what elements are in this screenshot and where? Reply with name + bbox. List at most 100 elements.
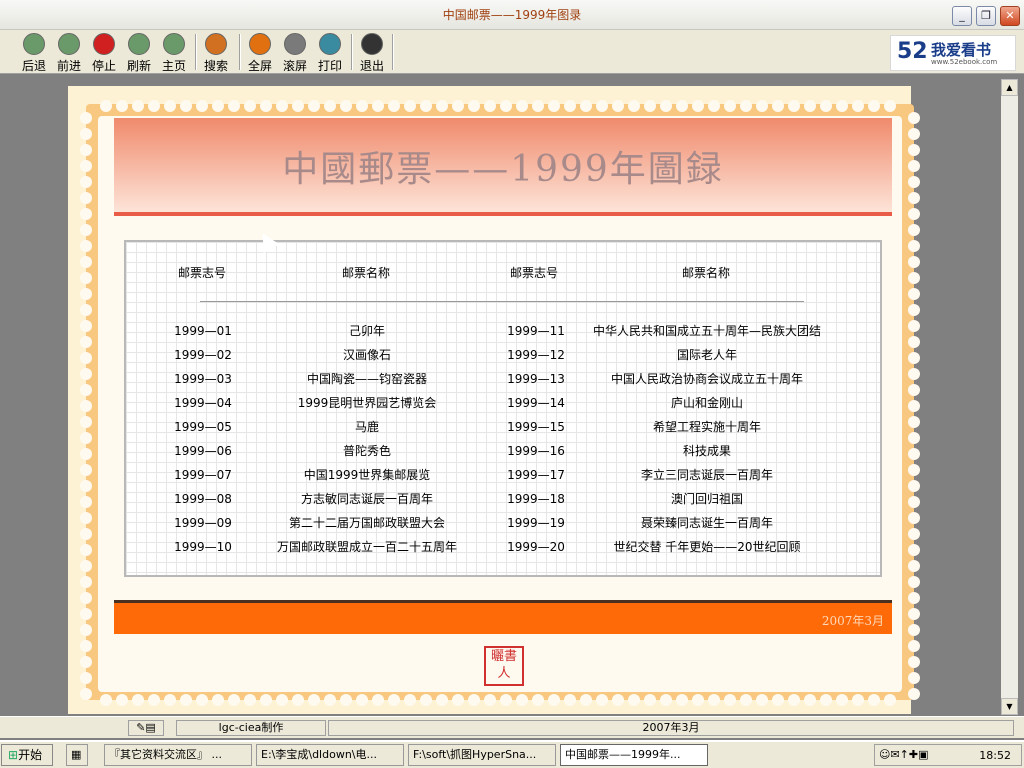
perforation xyxy=(80,224,92,236)
perforation xyxy=(908,208,920,220)
perforation xyxy=(596,100,608,112)
perforation xyxy=(820,694,832,706)
stamp-id: 1999—01 xyxy=(174,324,232,338)
perforation xyxy=(516,100,528,112)
toolbar-button-1[interactable]: 前进 xyxy=(55,33,83,73)
perforation xyxy=(884,100,896,112)
perforation xyxy=(908,176,920,188)
perforation xyxy=(80,608,92,620)
logo-number: 52 xyxy=(897,39,928,64)
perforation xyxy=(80,176,92,188)
toolbar-button-label: 退出 xyxy=(359,59,384,73)
vertical-scrollbar[interactable]: ▲ ▼ xyxy=(1001,79,1018,715)
perforation xyxy=(676,694,688,706)
stamp-name: 1999昆明世界园艺博览会 xyxy=(297,396,437,410)
perforation xyxy=(908,560,920,572)
toolbar-button-0[interactable]: 后退 xyxy=(20,33,48,73)
task-item-2[interactable]: E:\李宝成\dldown\电... xyxy=(256,744,404,766)
stamp-name: 李立三同志诞辰一百周年 xyxy=(640,468,773,482)
close-button[interactable]: ✕ xyxy=(1000,6,1020,26)
task-item-4[interactable]: 中国邮票——1999年... xyxy=(560,744,708,766)
perforation xyxy=(308,694,320,706)
perforation xyxy=(80,432,92,444)
header-name-right: 邮票名称 xyxy=(682,266,731,280)
perforation xyxy=(324,100,336,112)
perforation xyxy=(80,544,92,556)
red-seal: 曬書人 xyxy=(484,646,524,686)
perforation xyxy=(740,694,752,706)
scroll-down-icon[interactable]: ▼ xyxy=(1001,698,1018,715)
perforation xyxy=(724,694,736,706)
perforation xyxy=(908,512,920,524)
toolbar: 后退 前进 停止 刷新 主页 搜索 全屏 滚屏 打印 退出 xyxy=(0,30,1024,74)
toolbar-button-8[interactable]: 打印 xyxy=(316,33,344,73)
perforation xyxy=(660,100,672,112)
perforation xyxy=(908,256,920,268)
perforation xyxy=(372,100,384,112)
perforation xyxy=(628,100,640,112)
perforation xyxy=(164,100,176,112)
task-item-3[interactable]: F:\soft\抓图HyperSna... xyxy=(408,744,556,766)
toolbar-button-3[interactable]: 刷新 xyxy=(125,33,153,73)
stamp-name: 国际老人年 xyxy=(676,348,737,362)
perforation xyxy=(404,100,416,112)
start-button[interactable]: ⊞开始 xyxy=(1,744,53,766)
perforation xyxy=(676,100,688,112)
stamp-name: 希望工程实施十周年 xyxy=(652,420,761,434)
perforation xyxy=(908,672,920,684)
perforation xyxy=(788,100,800,112)
perforation xyxy=(80,448,92,460)
perforation xyxy=(80,528,92,540)
fullscreen-icon xyxy=(249,33,271,55)
print-icon xyxy=(319,33,341,55)
perforation xyxy=(80,256,92,268)
perforation xyxy=(80,640,92,652)
perforation xyxy=(708,694,720,706)
perforation xyxy=(692,100,704,112)
minimize-button[interactable]: _ xyxy=(952,6,972,26)
perforation xyxy=(788,694,800,706)
stamp-name: 科技成果 xyxy=(682,444,731,458)
perforation xyxy=(612,100,624,112)
perforation xyxy=(908,320,920,332)
perforation xyxy=(908,240,920,252)
toolbar-button-2[interactable]: 停止 xyxy=(90,33,118,73)
perforation xyxy=(100,100,112,112)
quick-launch[interactable]: ▦ xyxy=(66,744,88,766)
perforation xyxy=(548,100,560,112)
stamp-name: 方志敏同志诞辰一百周年 xyxy=(300,492,433,506)
perforation xyxy=(132,100,144,112)
perforation xyxy=(724,100,736,112)
clock: 18:52 xyxy=(979,749,1011,762)
toolbar-button-7[interactable]: 滚屏 xyxy=(281,33,309,73)
perforation xyxy=(908,544,920,556)
system-tray: ☺✉↑✚▣ 18:52 xyxy=(874,744,1022,766)
stamp-name: 己卯年 xyxy=(348,324,385,338)
task-item-1[interactable]: 『其它资料交流区』 ... xyxy=(104,744,252,766)
toolbar-button-label: 搜索 xyxy=(203,59,228,73)
perforation xyxy=(80,288,92,300)
perforation xyxy=(80,272,92,284)
perforation xyxy=(756,100,768,112)
perforation xyxy=(852,100,864,112)
perforation xyxy=(836,694,848,706)
perforation xyxy=(804,100,816,112)
toolbar-button-6[interactable]: 全屏 xyxy=(246,33,274,73)
toolbar-button-label: 滚屏 xyxy=(282,59,307,73)
scroll-up-icon[interactable]: ▲ xyxy=(1001,79,1018,96)
perforation xyxy=(244,694,256,706)
page-footer: 2007年3月 xyxy=(114,600,892,634)
toolbar-separator xyxy=(392,34,394,70)
toolbar-button-4[interactable]: 主页 xyxy=(160,33,188,73)
stamp-id: 1999—06 xyxy=(174,444,232,458)
perforation xyxy=(388,100,400,112)
perforation xyxy=(80,192,92,204)
stamp-name: 庐山和金刚山 xyxy=(670,396,743,410)
perforation xyxy=(908,688,920,700)
toolbar-button-5[interactable]: 搜索 xyxy=(202,33,230,73)
restore-button[interactable]: ❐ xyxy=(976,6,996,26)
perforation xyxy=(196,100,208,112)
toolbar-button-9[interactable]: 退出 xyxy=(358,33,386,73)
perforation xyxy=(212,694,224,706)
tray-icons[interactable]: ☺✉↑✚▣ xyxy=(879,748,929,761)
